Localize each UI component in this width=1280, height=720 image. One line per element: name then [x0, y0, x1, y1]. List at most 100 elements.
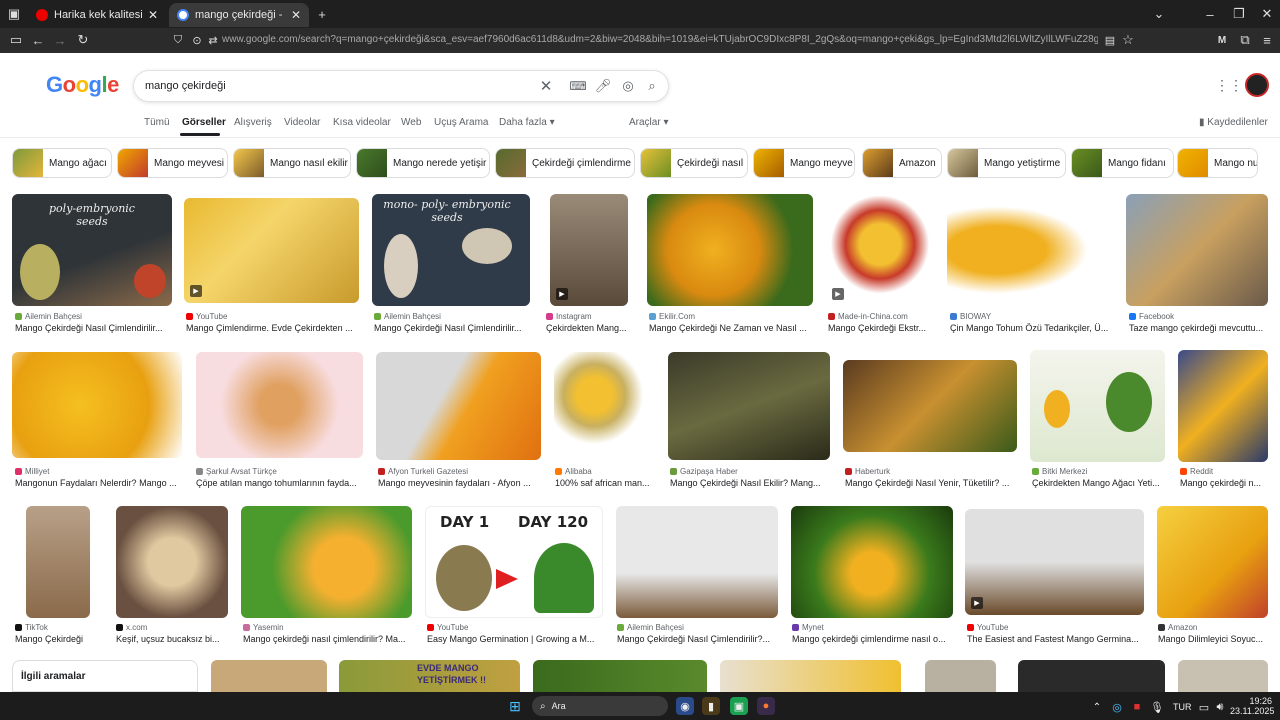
permissions-icon[interactable]: ⇄: [205, 32, 221, 48]
result-image[interactable]: [791, 506, 953, 618]
result-caption[interactable]: Mango Çekirdeği Nasıl Çimlendirilir...: [15, 323, 175, 333]
result-caption[interactable]: Mango çekirdeği çimlendirme nasıl o...: [792, 634, 952, 644]
result-caption[interactable]: Mango meyvesinin faydaları - Afyon ...: [378, 478, 538, 488]
microphone-icon[interactable]: 🎤︎: [595, 78, 612, 94]
result-caption[interactable]: Çekirdekten Mang...: [546, 323, 626, 333]
close-window-icon[interactable]: ✕: [1259, 6, 1275, 22]
result-image[interactable]: [241, 506, 412, 618]
result-image[interactable]: [26, 506, 90, 618]
result-source[interactable]: YouTube: [186, 312, 227, 321]
close-tab-icon[interactable]: ✕: [148, 8, 158, 22]
result-image[interactable]: [720, 660, 901, 692]
tools-button[interactable]: Araçlar ▾: [629, 117, 669, 128]
result-caption[interactable]: Keşif, uçsuz bucaksız bi...: [116, 634, 226, 644]
chip[interactable]: Mango meyve: [753, 148, 855, 178]
result-caption[interactable]: Mango Çekirdeği Nasıl Çimlendirilir?...: [617, 634, 777, 644]
result-caption[interactable]: Mangonun Faydaları Nelerdir? Mango ...: [15, 478, 185, 488]
nav-web[interactable]: Web: [401, 117, 421, 128]
lens-icon[interactable]: ◎: [620, 78, 636, 94]
related-searches-heading[interactable]: İlgili aramalar: [12, 660, 198, 692]
apps-grid-icon[interactable]: ⋮⋮: [1215, 77, 1243, 93]
result-caption[interactable]: Mango Çimlendirme. Evde Çekirdekten ...: [186, 323, 356, 333]
result-source[interactable]: TikTok: [15, 623, 48, 632]
avatar[interactable]: [1245, 73, 1269, 97]
tray-icon[interactable]: ■: [1128, 698, 1146, 716]
result-source[interactable]: Ekilir.Com: [649, 312, 695, 321]
result-caption[interactable]: Mango Dilimleyici Soyuc...: [1158, 634, 1268, 644]
clear-icon[interactable]: ✕: [538, 78, 554, 95]
result-caption[interactable]: Mango Çekirdeği Ekstr...: [828, 323, 933, 333]
chip[interactable]: Mango ağacı: [12, 148, 112, 178]
nav-more[interactable]: Daha fazla ▾: [499, 117, 555, 128]
nav-videos[interactable]: Videolar: [284, 117, 321, 128]
account-icon[interactable]: M: [1214, 32, 1230, 48]
nav-all[interactable]: Tümü: [144, 117, 170, 128]
result-image[interactable]: [947, 194, 1113, 306]
result-caption[interactable]: Mango Çekirdeği Nasıl Çimlendirilir...: [374, 323, 529, 333]
tray-chevron-icon[interactable]: ⌃: [1088, 698, 1106, 716]
forward-icon[interactable]: →: [52, 32, 68, 48]
result-source[interactable]: Facebook: [1129, 312, 1174, 321]
tab-list-icon[interactable]: ⌄: [1151, 6, 1167, 22]
shield-icon[interactable]: ⛉: [170, 32, 186, 48]
result-source[interactable]: Amazon: [1158, 623, 1197, 632]
address-bar[interactable]: www.google.com/search?q=mango+çekirdeği&…: [222, 34, 1098, 45]
search-box[interactable]: mango çekirdeği ✕ ⌨ 🎤︎ ◎ ⌕: [133, 70, 669, 102]
result-image[interactable]: [1178, 350, 1268, 462]
nav-short-videos[interactable]: Kısa videolar: [333, 117, 391, 128]
result-caption[interactable]: The Easiest and Fastest Mango Germina...: [967, 634, 1143, 644]
result-caption[interactable]: Çekirdekten Mango Ağacı Yeti...: [1032, 478, 1167, 488]
result-source[interactable]: Ailemin Bahçesi: [15, 312, 82, 321]
result-caption[interactable]: Çöpe atılan mango tohumlarının fayda...: [196, 478, 361, 488]
lock-icon[interactable]: ⊙: [189, 32, 205, 48]
result-source[interactable]: Gazipaşa Haber: [670, 467, 738, 476]
result-caption[interactable]: Mango çekirdeği n...: [1180, 478, 1268, 488]
result-caption[interactable]: Mango Çekirdeği ...: [15, 634, 85, 644]
result-image[interactable]: [616, 506, 778, 618]
result-image[interactable]: [376, 352, 541, 460]
maximize-icon[interactable]: ❐: [1231, 6, 1247, 22]
app-icon[interactable]: ◉: [676, 697, 694, 715]
result-caption[interactable]: Çin Mango Tohum Özü Tedarikçiler, Ü...: [950, 323, 1115, 333]
google-logo[interactable]: Google: [46, 72, 119, 98]
result-image[interactable]: [668, 352, 830, 460]
volume-icon[interactable]: 🔊︎: [1211, 698, 1229, 716]
result-caption[interactable]: 100% saf african man...: [555, 478, 655, 488]
result-caption[interactable]: Mango Çekirdeği Nasıl Yenir, Tüketilir? …: [845, 478, 1017, 488]
result-image[interactable]: [533, 660, 707, 692]
search-input[interactable]: mango çekirdeği: [145, 80, 226, 92]
result-image[interactable]: [1178, 660, 1268, 692]
result-source[interactable]: Şarkul Avsat Türkçe: [196, 467, 277, 476]
windows-start-icon[interactable]: ⊞: [506, 697, 524, 715]
result-image[interactable]: [554, 352, 655, 460]
result-source[interactable]: Reddit: [1180, 467, 1213, 476]
result-source[interactable]: Afyon Turkeli Gazetesi: [378, 467, 468, 476]
tab-google-search[interactable]: mango çekirdeği - Google'da Ar ✕: [169, 3, 309, 27]
new-tab-button[interactable]: +: [314, 6, 330, 22]
result-image[interactable]: [1030, 350, 1165, 462]
result-source[interactable]: Instagram: [546, 312, 592, 321]
chip[interactable]: Mango num: [1177, 148, 1258, 178]
tab-overview-icon[interactable]: ▣: [6, 6, 22, 22]
extensions-icon[interactable]: ⧉: [1237, 32, 1253, 48]
saved-button[interactable]: ▮ Kaydedilenler: [1199, 117, 1268, 128]
chip[interactable]: Mango fidanı: [1071, 148, 1174, 178]
result-image[interactable]: [1126, 194, 1268, 306]
nav-flights[interactable]: Uçuş Arama: [434, 117, 488, 128]
keyboard-icon[interactable]: ⌨: [569, 78, 586, 94]
app-icon[interactable]: ▣: [730, 697, 748, 715]
result-source[interactable]: Mynet: [792, 623, 824, 632]
result-caption[interactable]: Easy Mango Germination | Growing a M...: [427, 634, 602, 644]
result-source[interactable]: x.com: [116, 623, 147, 632]
result-source[interactable]: YouTube: [967, 623, 1008, 632]
reload-icon[interactable]: ↻: [75, 32, 91, 48]
result-source[interactable]: Yasemin: [243, 623, 284, 632]
firefox-icon[interactable]: ●: [757, 697, 775, 715]
result-image[interactable]: [12, 352, 182, 458]
result-caption[interactable]: Taze mango çekirdeği mevcuttu...: [1129, 323, 1269, 333]
result-caption[interactable]: Mango Çekirdeği Ne Zaman ve Nasıl ...: [649, 323, 814, 333]
result-image[interactable]: ▶: [965, 509, 1144, 615]
result-image[interactable]: ▶: [184, 198, 359, 303]
result-image[interactable]: [1018, 660, 1165, 692]
result-image[interactable]: poly-embryonic seeds: [12, 194, 172, 306]
